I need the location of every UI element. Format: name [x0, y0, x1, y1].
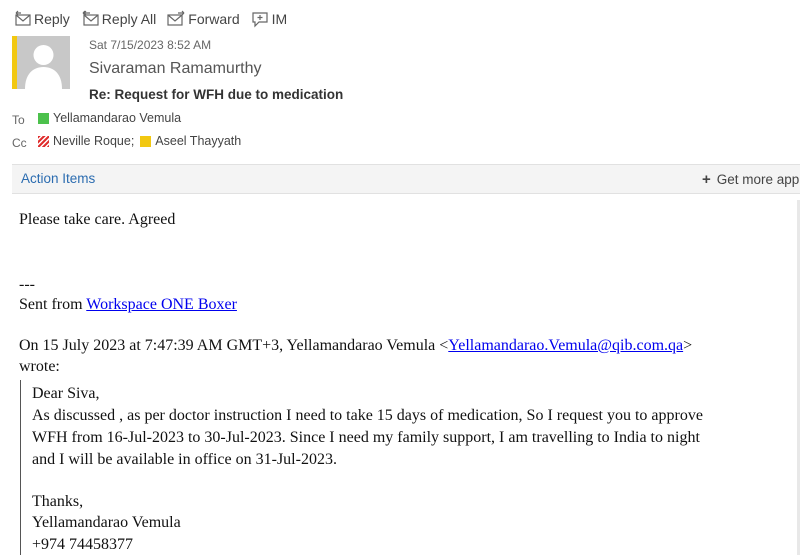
quote-header-wrote: wrote: — [19, 358, 60, 375]
cc-label: Cc — [12, 136, 27, 150]
action-bar: Action Items + Get more app — [12, 164, 800, 194]
person-icon — [25, 45, 62, 89]
quote-paragraph-line-1: As discussed , as per doctor instruction… — [32, 407, 703, 424]
cc-recipients: Neville Roque; Aseel Thayyath — [38, 134, 241, 148]
quote-thanks: Thanks, — [32, 493, 84, 510]
sent-from-prefix: Sent from — [19, 296, 87, 313]
reply-button[interactable]: Reply — [12, 10, 70, 28]
quote-paragraph-line-3: and I will be available in office on 31-… — [32, 451, 337, 468]
reply-all-button[interactable]: Reply All — [80, 10, 156, 28]
reply-all-icon — [82, 10, 99, 26]
quote-signature-phone: +974 74458377 — [32, 536, 134, 553]
recipient-cc-1[interactable]: Aseel Thayyath — [155, 134, 241, 148]
sender-name[interactable]: Sivaraman Ramamurthy — [89, 60, 262, 78]
reply-text: Please take care. Agreed — [19, 211, 176, 228]
get-more-apps-label: Get more app — [716, 172, 800, 187]
forward-icon — [167, 10, 185, 26]
forward-button[interactable]: Forward — [166, 10, 240, 28]
action-items-link[interactable]: Action Items — [21, 171, 95, 186]
presence-busy-icon — [38, 135, 49, 147]
message-toolbar: Reply Reply All Forward IM — [12, 8, 287, 30]
quote-bar — [20, 380, 21, 555]
signature-separator: --- — [19, 276, 35, 293]
recipient-to-0[interactable]: Yellamandarao Vemula — [53, 111, 181, 125]
sender-avatar — [17, 36, 70, 89]
presence-available-icon — [38, 112, 49, 124]
plus-icon: + — [702, 171, 711, 188]
to-recipients: Yellamandarao Vemula — [38, 111, 181, 125]
im-label: IM — [271, 11, 288, 27]
quote-paragraph-line-2: WFH from 16-Jul-2023 to 30-Jul-2023. Sin… — [32, 429, 700, 446]
sent-date: Sat 7/15/2023 8:52 AM — [89, 38, 212, 52]
message-subject: Re: Request for WFH due to medication — [89, 87, 344, 102]
presence-away-icon — [140, 135, 152, 147]
reply-icon — [15, 10, 31, 26]
reply-label: Reply — [34, 11, 70, 27]
sent-from-line: Sent from Workspace ONE Boxer — [19, 295, 237, 314]
quote-greeting: Dear Siva, — [32, 385, 100, 402]
im-button[interactable]: IM — [250, 10, 288, 28]
chat-icon — [252, 12, 268, 28]
sender-email-link[interactable]: Yellamandarao.Vemula@qib.com.qa — [448, 337, 683, 354]
workspace-one-boxer-link[interactable]: Workspace ONE Boxer — [86, 296, 237, 313]
quote-header-suffix: > — [683, 337, 693, 354]
quote-header-line: On 15 July 2023 at 7:47:39 AM GMT+3, Yel… — [19, 336, 692, 355]
quote-signature-name: Yellamandarao Vemula — [32, 514, 181, 531]
to-label: To — [12, 113, 25, 127]
recipient-cc-0[interactable]: Neville Roque; — [53, 134, 134, 148]
reply-all-label: Reply All — [101, 11, 157, 27]
forward-label: Forward — [188, 11, 240, 27]
quote-header-prefix: On 15 July 2023 at 7:47:39 AM GMT+3, Yel… — [19, 337, 449, 354]
get-more-apps-button[interactable]: + Get more app — [702, 171, 799, 188]
